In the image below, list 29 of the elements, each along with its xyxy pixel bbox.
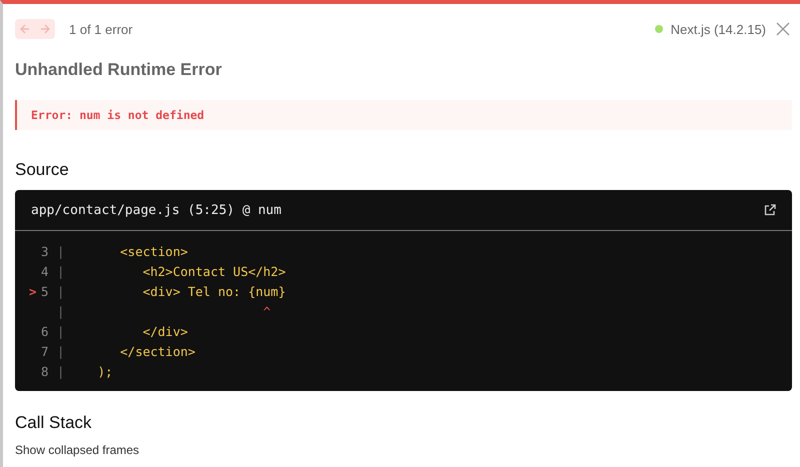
show-frames-toggle[interactable]: Show collapsed frames <box>15 443 792 457</box>
code-line: <div> Tel no: {num} <box>142 284 286 298</box>
code-line: <section> <box>119 244 188 258</box>
gutter-separator: | <box>57 244 66 258</box>
gutter-separator: | <box>57 344 66 358</box>
gutter-separator: | <box>57 364 66 378</box>
line-number: 5 <box>41 284 49 298</box>
gutter-separator: | <box>57 324 66 338</box>
error-message: Error: num is not defined <box>15 100 792 130</box>
code-line: </div> <box>142 324 188 338</box>
error-line-marker: > <box>29 284 37 298</box>
code-line: </section> <box>119 344 196 358</box>
gutter-separator: | <box>57 264 66 278</box>
code-line: ); <box>96 364 113 378</box>
gutter-separator: | <box>57 284 66 298</box>
error-title: Unhandled Runtime Error <box>15 60 223 80</box>
line-number: 4 <box>41 264 49 278</box>
line-number: 8 <box>41 364 49 378</box>
gutter-separator: | <box>57 304 66 318</box>
code-line: <h2>Contact US</h2> <box>142 264 286 278</box>
line-number: 7 <box>41 344 49 358</box>
section-heading: Call Stack <box>15 413 93 433</box>
file-location: app/contact/page.js (5:25) @ num <box>31 202 282 218</box>
error-counter: 1 of 1 error <box>69 22 133 36</box>
line-number: 6 <box>41 324 49 338</box>
version-label: Next.js (14.2.15) <box>670 22 766 36</box>
error-caret: ^ <box>262 304 271 318</box>
line-number: 3 <box>41 244 49 258</box>
section-heading: Source <box>15 160 70 180</box>
